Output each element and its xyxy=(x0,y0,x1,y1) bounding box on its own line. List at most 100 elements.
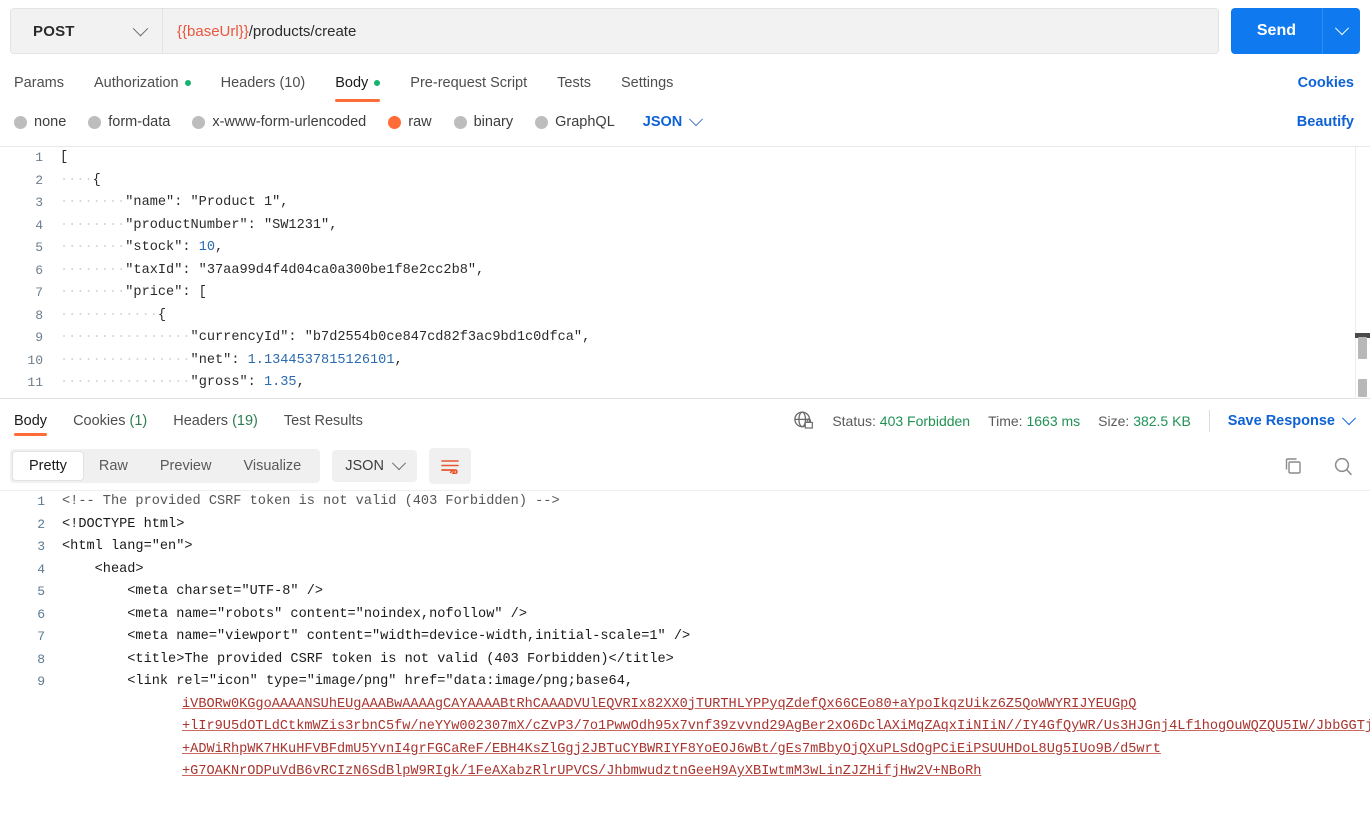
response-tab-headers[interactable]: Headers (19) xyxy=(173,403,258,438)
response-code-line: +G7OAKNrODPuVdB6vRCIzN6SdBlpW9RIgk/1FeAX… xyxy=(0,761,1370,784)
request-tab-tests[interactable]: Tests xyxy=(557,75,591,102)
unsaved-indicator-dot xyxy=(374,80,381,86)
chevron-down-icon xyxy=(1341,410,1357,425)
line-number: 5 xyxy=(35,240,43,255)
code-text: ········"name": "Product 1", xyxy=(60,195,289,210)
response-code-line: 8 <title>The provided CSRF token is not … xyxy=(0,649,1370,672)
line-number: 8 xyxy=(35,307,43,323)
code-text: ········"stock": 10, xyxy=(60,240,224,255)
response-code-line: 2 <!DOCTYPE html> xyxy=(0,514,1370,537)
response-format-select[interactable]: JSON xyxy=(332,450,417,482)
line-number: 6 xyxy=(37,606,45,622)
indent-dots: ················ xyxy=(60,352,191,368)
request-url-input[interactable]: {{baseUrl}}/products/create xyxy=(163,9,1218,53)
response-view-tab-pretty[interactable]: Pretty xyxy=(13,452,83,480)
radio-indicator xyxy=(535,115,549,129)
time-label: Time: xyxy=(988,412,1023,429)
body-format-select[interactable]: JSON xyxy=(643,112,704,130)
request-code-line: 9 ················"currencyId": "b7d2554b… xyxy=(0,327,1370,350)
code-text: ········"taxId": "37aa99d4f4d04ca0a300be… xyxy=(60,262,485,278)
line-number: 1 xyxy=(35,150,43,165)
request-tab-label: Params xyxy=(14,75,64,91)
http-method-label: POST xyxy=(33,22,75,40)
body-type-radio-x-www-form-urlencoded[interactable]: x-www-form-urlencoded xyxy=(192,114,366,130)
time-group: Time: 1663 ms xyxy=(988,413,1080,429)
code-text: <link rel="icon" type="image/png" href="… xyxy=(62,674,634,689)
chevron-down-icon xyxy=(391,456,406,471)
response-view-tab-preview[interactable]: Preview xyxy=(144,452,228,480)
cookies-link[interactable]: Cookies xyxy=(1298,75,1354,91)
radio-indicator xyxy=(453,115,467,129)
request-tab-label: Settings xyxy=(621,75,674,91)
code-text: ········"productNumber": "SW1231", xyxy=(60,217,338,233)
request-tab-headers-10[interactable]: Headers (10) xyxy=(221,75,306,102)
response-tab-body[interactable]: Body xyxy=(14,403,48,438)
code-text: ················"gross": 1.35, xyxy=(60,375,305,390)
request-tabs: Params Authorization Headers (10) Body Pre-r… xyxy=(0,62,1370,102)
line-number: 10 xyxy=(27,352,43,368)
response-tab-cookies[interactable]: Cookies (1) xyxy=(73,403,147,438)
word-wrap-button[interactable] xyxy=(428,448,471,484)
http-method-select[interactable]: POST xyxy=(11,9,163,53)
chevron-down-icon xyxy=(1334,21,1349,36)
body-type-radio-graphql[interactable]: GraphQL xyxy=(535,114,615,130)
response-tab-test-results[interactable]: Test Results xyxy=(284,403,363,438)
line-number: 9 xyxy=(35,330,43,345)
body-type-label: x-www-form-urlencoded xyxy=(212,114,367,130)
unsaved-indicator-dot xyxy=(184,80,191,86)
response-body-editor[interactable]: 1 <!-- The provided CSRF token is not val… xyxy=(0,490,1370,795)
body-type-radio-form-data[interactable]: form-data xyxy=(88,114,170,130)
body-type-radio-binary[interactable]: binary xyxy=(453,114,514,130)
send-button[interactable]: Send xyxy=(1230,8,1322,54)
copy-icon[interactable] xyxy=(1282,455,1304,477)
request-tab-label: Authorization xyxy=(93,75,179,91)
line-number: 9 xyxy=(37,674,45,689)
line-number: 2 xyxy=(37,516,45,532)
request-url-bar: POST {{baseUrl}}/products/create Send xyxy=(0,0,1370,62)
line-number: 5 xyxy=(37,584,45,599)
line-number xyxy=(0,716,58,739)
line-number: 1 xyxy=(37,494,45,509)
body-type-label: binary xyxy=(473,114,514,130)
response-tab-label: Cookies xyxy=(73,413,126,429)
save-response-button[interactable]: Save Response xyxy=(1227,410,1357,429)
response-code-line: 3 <html lang="en"> xyxy=(0,536,1370,559)
response-code-line: 9 <link rel="icon" type="image/png" href… xyxy=(0,671,1370,694)
body-type-radio-raw[interactable]: raw xyxy=(388,114,432,130)
save-response-label: Save Response xyxy=(1227,412,1335,429)
request-editor-scrollbar[interactable] xyxy=(1355,147,1370,398)
beautify-link[interactable]: Beautify xyxy=(1297,114,1354,130)
response-view-tab-raw[interactable]: Raw xyxy=(83,452,144,480)
radio-indicator xyxy=(88,115,102,129)
code-text: ········"price": [ xyxy=(60,285,207,300)
request-tab-settings[interactable]: Settings xyxy=(621,75,673,102)
response-view-tab-visualize[interactable]: Visualize xyxy=(227,452,317,480)
status-group: Status: 403 Forbidden xyxy=(832,413,970,429)
response-code-line: +ADWiRhpWK7HKuHFVBFdmU5YvnI4grFGCaReF/EB… xyxy=(0,739,1370,762)
request-code-line: 2 ····{ xyxy=(0,170,1370,193)
request-tab-authorization[interactable]: Authorization xyxy=(94,75,191,102)
request-body-editor[interactable]: 1[2 ····{3 ········"name": "Product 1", 4 ··… xyxy=(0,146,1370,398)
code-text: +lIr9U5dOTLdCtkmWZis3rbnC5fw/neYYw002307… xyxy=(182,719,1370,734)
globe-lock-icon[interactable] xyxy=(793,410,814,431)
send-options-button[interactable] xyxy=(1322,8,1360,54)
request-code-line: 7 ········"price": [ xyxy=(0,282,1370,305)
line-number: 7 xyxy=(37,629,45,644)
request-tab-body[interactable]: Body xyxy=(335,75,381,102)
line-number: 3 xyxy=(35,195,43,210)
indent-dots: ············ xyxy=(60,307,158,323)
response-code-line: 4 <head> xyxy=(0,559,1370,582)
search-icon[interactable] xyxy=(1332,455,1354,477)
scroll-thumb-secondary[interactable] xyxy=(1358,379,1367,397)
body-type-label: GraphQL xyxy=(555,114,615,130)
request-tab-pre-request-script[interactable]: Pre-request Script xyxy=(410,75,527,102)
line-number: 4 xyxy=(37,561,45,577)
response-toolbar-actions xyxy=(1282,455,1354,477)
request-tab-label: Pre-request Script xyxy=(410,75,528,91)
request-tab-params[interactable]: Params xyxy=(14,75,64,102)
code-text: ················"currencyId": "b7d2554b0… xyxy=(60,330,591,345)
response-format-label: JSON xyxy=(345,458,384,474)
body-type-radio-none[interactable]: none xyxy=(14,114,66,130)
scroll-thumb[interactable] xyxy=(1358,337,1367,359)
indent-dots: ········ xyxy=(60,285,126,300)
